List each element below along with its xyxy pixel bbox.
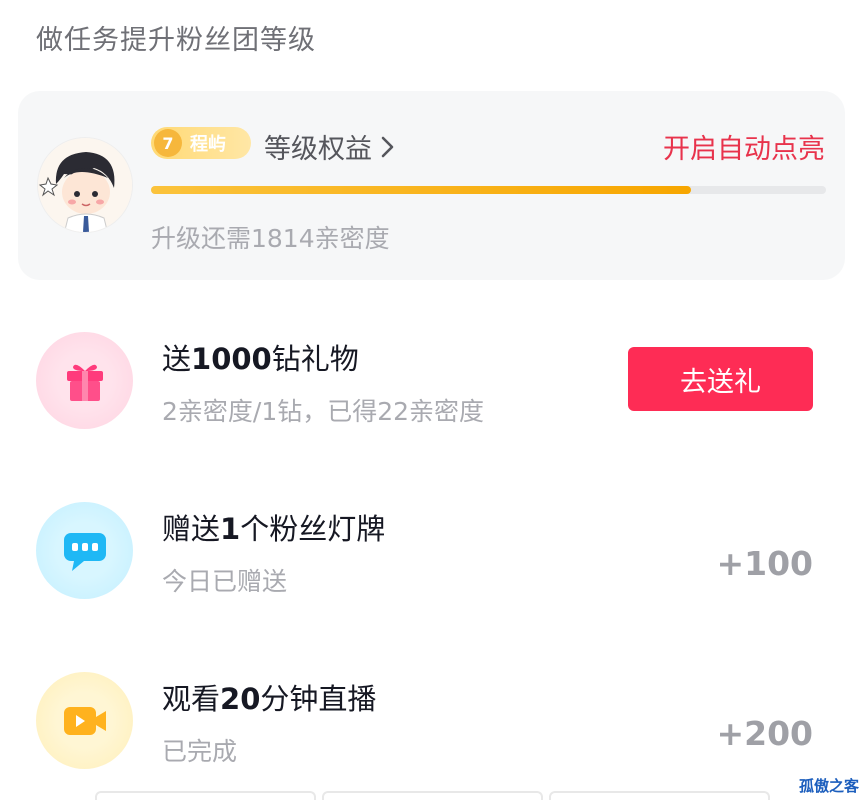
task-subtitle: 已完成 (162, 737, 238, 766)
video-camera-icon (63, 706, 106, 735)
watermark: 孤傲之客 (798, 777, 859, 795)
task-title: 观看20分钟直播 (162, 682, 377, 716)
upgrade-hint: 升级还需1814亲密度 (151, 224, 390, 253)
fan-club-badge[interactable]: 7 程屿 (151, 127, 251, 159)
task-subtitle: 2亲密度/1钻，已得22亲密度 (162, 397, 485, 426)
message-icon-circle (36, 502, 133, 599)
auto-light-button[interactable]: 开启自动点亮 (663, 127, 825, 166)
level-benefits-link[interactable]: 等级权益 (264, 127, 398, 166)
send-gift-button[interactable]: 去送礼 (628, 347, 813, 411)
task-subtitle: 今日已赠送 (162, 567, 288, 596)
level-progress-bar (151, 186, 826, 194)
bottom-tab[interactable] (322, 791, 543, 800)
video-icon-circle (36, 672, 133, 769)
level-benefits-label: 等级权益 (264, 134, 372, 165)
task-send-light-badge: 赠送1个粉丝灯牌 今日已赠送 +100 (0, 480, 863, 620)
gift-icon (66, 364, 103, 401)
message-icon (63, 532, 106, 571)
task-reward: +100 (716, 544, 813, 583)
bottom-tab-strip (95, 791, 770, 800)
avatar[interactable] (37, 137, 133, 233)
task-watch-live: 观看20分钟直播 已完成 +200 (0, 650, 863, 790)
bottom-tab[interactable] (549, 791, 770, 800)
task-title: 送1000钻礼物 (162, 342, 359, 376)
gift-icon-circle (36, 332, 133, 429)
bottom-tab[interactable] (95, 791, 316, 800)
fan-level-card: 7 程屿 等级权益 开启自动点亮 升级还需1814亲密度 (18, 91, 845, 280)
badge-name: 程屿 (190, 134, 226, 155)
task-title: 赠送1个粉丝灯牌 (162, 512, 386, 546)
level-progress-fill (151, 186, 691, 194)
chevron-right-icon (381, 136, 394, 157)
badge-level: 7 (154, 129, 182, 157)
page-title: 做任务提升粉丝团等级 (36, 25, 316, 56)
task-reward: +200 (716, 714, 813, 753)
